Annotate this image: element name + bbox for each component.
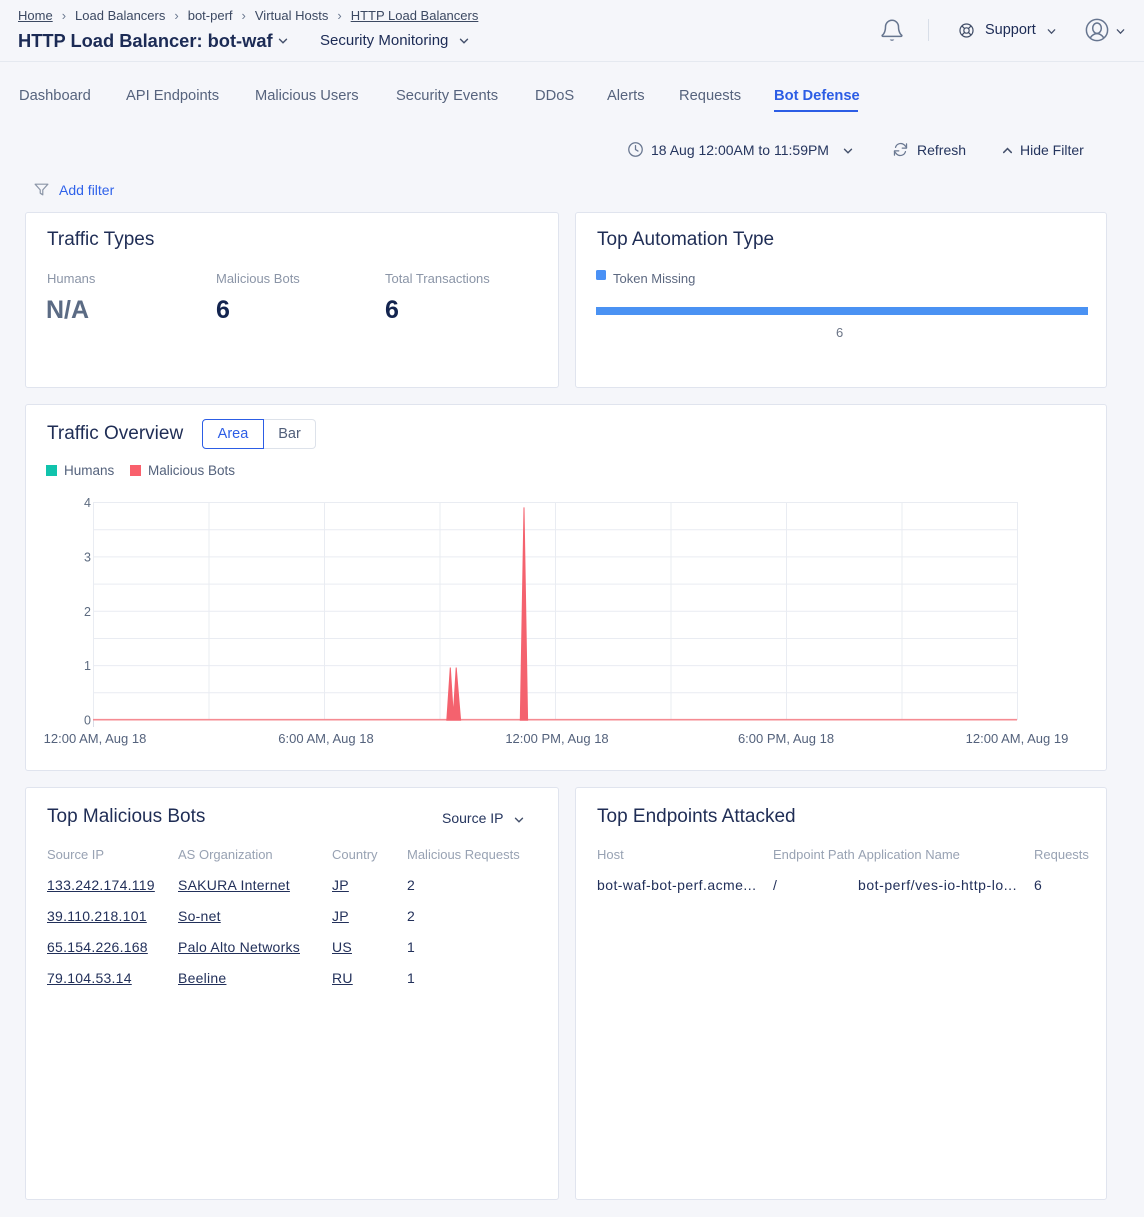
svg-text:1: 1 (84, 659, 91, 673)
svg-text:0: 0 (84, 714, 91, 728)
svg-text:12:00 PM, Aug 18: 12:00 PM, Aug 18 (505, 731, 608, 746)
svg-text:3: 3 (84, 551, 91, 565)
svg-text:6:00 AM, Aug 18: 6:00 AM, Aug 18 (278, 731, 373, 746)
svg-text:6:00 PM, Aug 18: 6:00 PM, Aug 18 (738, 731, 834, 746)
svg-text:12:00 AM, Aug 18: 12:00 AM, Aug 18 (44, 731, 147, 746)
svg-text:4: 4 (84, 496, 91, 510)
svg-text:2: 2 (84, 605, 91, 619)
svg-text:12:00 AM, Aug 19: 12:00 AM, Aug 19 (966, 731, 1069, 746)
